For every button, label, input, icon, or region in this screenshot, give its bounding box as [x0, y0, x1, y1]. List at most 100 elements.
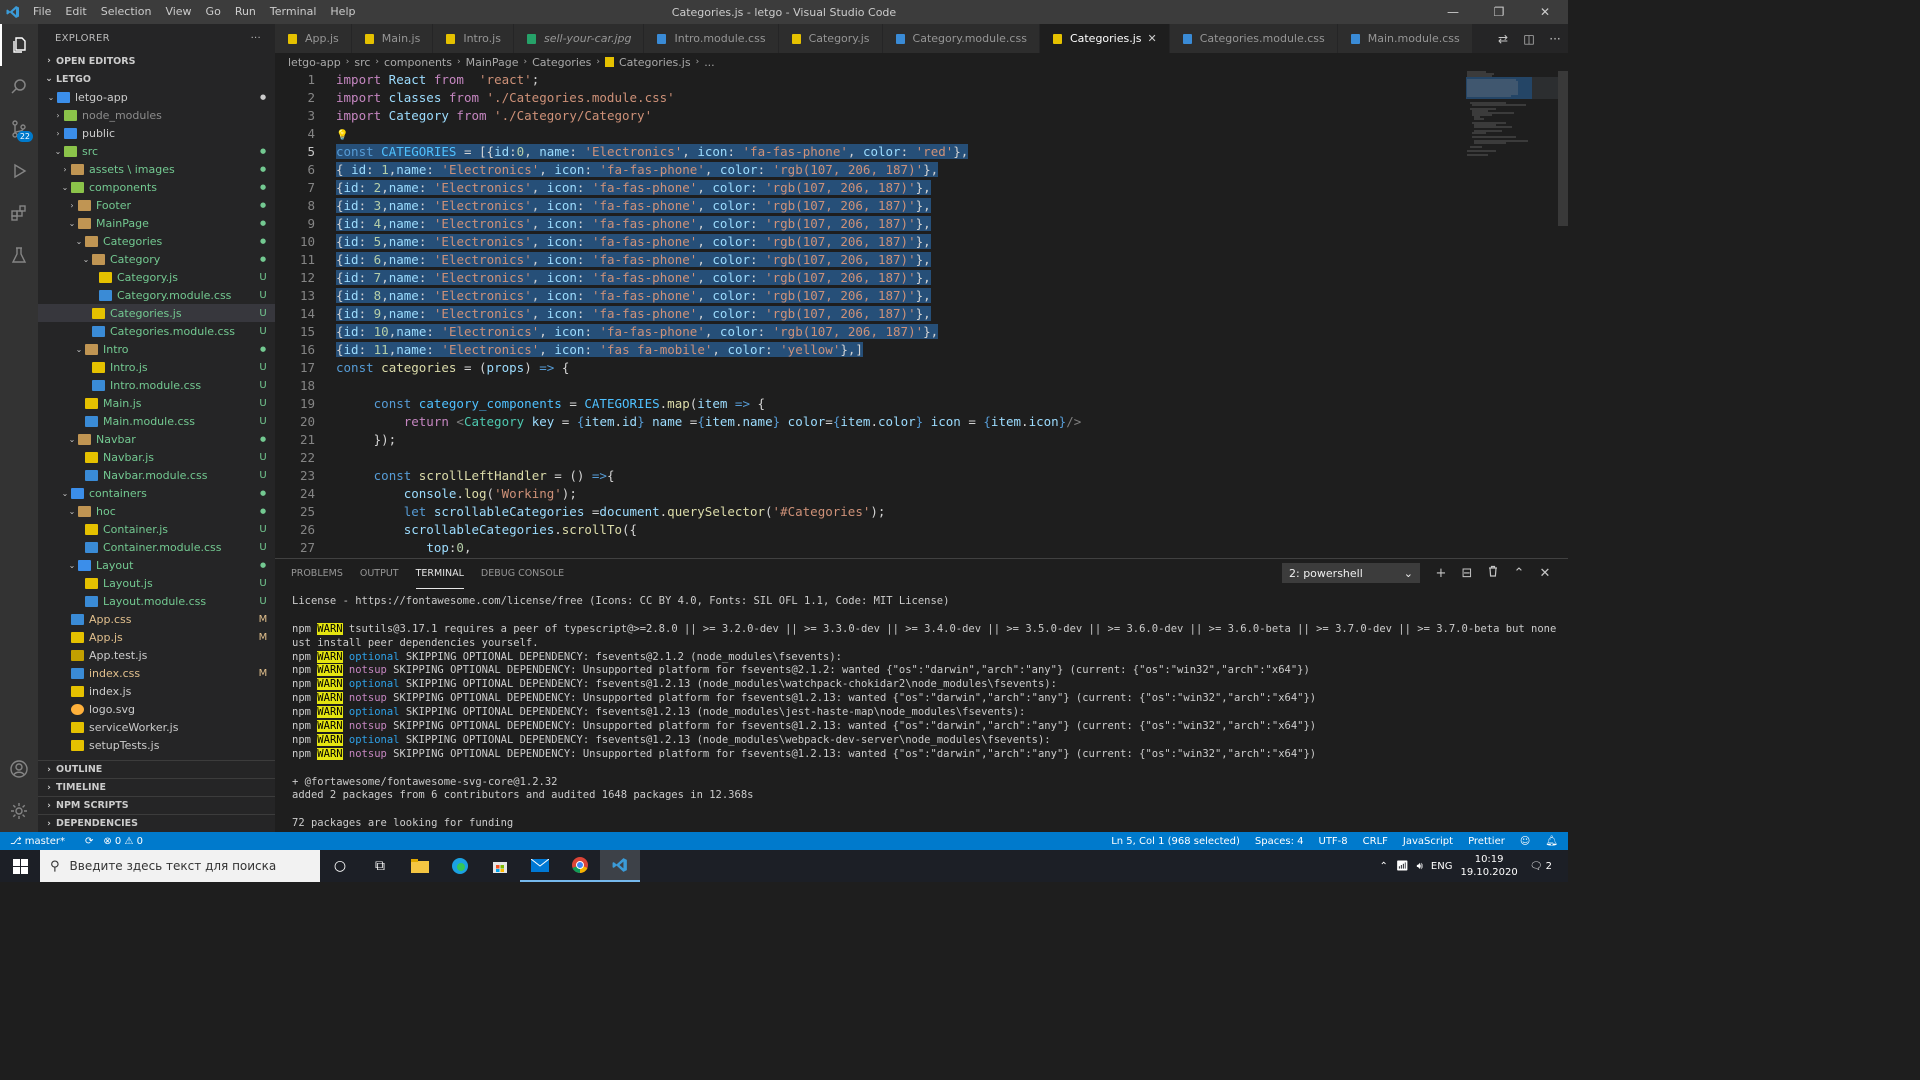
section-npm-scripts[interactable]: › NPM SCRIPTS [38, 796, 275, 814]
tree-file[interactable]: Category.js U [38, 268, 275, 286]
menu-edit[interactable]: Edit [58, 0, 93, 24]
editor-scrollbar[interactable] [1558, 71, 1568, 226]
formatter-status[interactable]: Prettier [1468, 836, 1505, 847]
panel-tab-output[interactable]: OUTPUT [360, 559, 399, 589]
panel-tab-terminal[interactable]: TERMINAL [415, 559, 464, 589]
cortana-icon[interactable]: ○ [320, 850, 360, 882]
breadcrumb-item[interactable]: letgo-app [288, 56, 341, 69]
breadcrumb-item[interactable]: src [354, 56, 370, 69]
section-dependencies[interactable]: › DEPENDENCIES [38, 814, 275, 832]
terminal-output[interactable]: License - https://fontawesome.com/licens… [292, 595, 1558, 831]
tree-folder[interactable]: ⌄ Intro ● [38, 340, 275, 358]
tree-folder[interactable]: › public [38, 124, 275, 142]
store-icon[interactable] [480, 850, 520, 882]
vscode-taskbar-icon[interactable] [600, 850, 640, 882]
tree-file[interactable]: Category.module.css U [38, 286, 275, 304]
tab-intro-js[interactable]: Intro.js [433, 24, 514, 53]
tree-file[interactable]: index.js [38, 682, 275, 700]
tree-folder[interactable]: ⌄ src ● [38, 142, 275, 160]
menu-go[interactable]: Go [199, 0, 228, 24]
tab-intro-module-css[interactable]: Intro.module.css [644, 24, 779, 53]
menu-view[interactable]: View [158, 0, 198, 24]
tree-folder[interactable]: ⌄ components ● [38, 178, 275, 196]
tree-file[interactable]: setupTests.js [38, 736, 275, 754]
panel-tab-debug-console[interactable]: DEBUG CONSOLE [481, 559, 564, 589]
problems-status[interactable]: ⊗ 0 ⚠ 0 [103, 836, 143, 847]
file-explorer-icon[interactable] [400, 850, 440, 882]
tree-folder[interactable]: › node_modules [38, 106, 275, 124]
tab-category-js[interactable]: Category.js [778, 24, 883, 53]
minimize-button[interactable]: — [1430, 0, 1476, 24]
tree-folder[interactable]: ⌄ MainPage ● [38, 214, 275, 232]
terminal-select[interactable]: 2: powershell ⌄ [1282, 563, 1420, 583]
tab-main-module-css[interactable]: Main.module.css [1337, 24, 1473, 53]
tree-folder[interactable]: › Footer ● [38, 196, 275, 214]
tree-file[interactable]: Main.module.css U [38, 412, 275, 430]
breadcrumb-item[interactable]: Categories [532, 56, 591, 69]
chevron-up-icon[interactable]: ⌃ [1380, 861, 1388, 872]
minimap[interactable] [1466, 71, 1558, 181]
network-icon[interactable]: 📶︎ [1396, 861, 1409, 872]
tree-folder[interactable]: ⌄ Categories ● [38, 232, 275, 250]
clock[interactable]: 10:19 19.10.2020 [1460, 853, 1517, 879]
close-window-button[interactable]: ✕ [1522, 0, 1568, 24]
tree-file[interactable]: Main.js U [38, 394, 275, 412]
tab-categories-js[interactable]: Categories.js ✕ [1039, 24, 1170, 53]
cursor-position-status[interactable]: Ln 5, Col 1 (968 selected) [1111, 836, 1240, 847]
edge-icon[interactable] [440, 850, 480, 882]
task-view-icon[interactable]: ⧉ [360, 850, 400, 882]
search-icon[interactable] [0, 66, 38, 108]
tree-file[interactable]: Intro.module.css U [38, 376, 275, 394]
tree-file[interactable]: Categories.module.css U [38, 322, 275, 340]
more-actions-icon[interactable]: ··· [251, 33, 261, 44]
menu-file[interactable]: File [26, 0, 58, 24]
encoding-status[interactable]: UTF-8 [1319, 836, 1348, 847]
windows-start-icon[interactable] [0, 850, 40, 882]
source-control-icon[interactable]: 22 [0, 108, 38, 150]
indentation-status[interactable]: Spaces: 4 [1255, 836, 1304, 847]
maximize-button[interactable]: ❐ [1476, 0, 1522, 24]
split-editor-icon[interactable]: ◫ [1516, 32, 1542, 46]
breadcrumb-item[interactable]: components [384, 56, 452, 69]
tree-folder[interactable]: ⌄ containers ● [38, 484, 275, 502]
close-panel-icon[interactable]: ✕ [1532, 566, 1558, 581]
settings-gear-icon[interactable] [0, 790, 38, 832]
tree-file[interactable]: Layout.module.css U [38, 592, 275, 610]
volume-icon[interactable]: 🔊︎ [1417, 861, 1423, 872]
menu-help[interactable]: Help [323, 0, 362, 24]
tree-file[interactable]: App.css M [38, 610, 275, 628]
notifications-bell-icon[interactable]: 🔔︎ [1545, 836, 1558, 847]
extensions-icon[interactable] [0, 192, 38, 234]
tree-file[interactable]: index.css M [38, 664, 275, 682]
tree-file[interactable]: Container.module.css U [38, 538, 275, 556]
code-editor[interactable]: 1 import React from 'react'; 2 import class… [275, 71, 1568, 558]
language-indicator[interactable]: ENG [1431, 861, 1453, 872]
kill-terminal-icon[interactable] [1480, 565, 1506, 581]
compare-icon[interactable]: ⇄ [1490, 32, 1516, 46]
breadcrumb-item[interactable]: Categories.js [619, 56, 691, 69]
language-mode-status[interactable]: JavaScript [1403, 836, 1453, 847]
git-branch-status[interactable]: ⎇ master* [10, 836, 75, 847]
tree-file[interactable]: serviceWorker.js [38, 718, 275, 736]
section-outline[interactable]: › OUTLINE [38, 760, 275, 778]
menu-terminal[interactable]: Terminal [263, 0, 324, 24]
sync-icon[interactable]: ⟳ [85, 836, 93, 847]
tab-categories-module-css[interactable]: Categories.module.css [1169, 24, 1338, 53]
tree-folder[interactable]: ⌄ Navbar ● [38, 430, 275, 448]
tree-folder[interactable]: › assets \ images ● [38, 160, 275, 178]
tree-file[interactable]: Container.js U [38, 520, 275, 538]
section-timeline[interactable]: › TIMELINE [38, 778, 275, 796]
tree-file[interactable]: Layout.js U [38, 574, 275, 592]
tree-file[interactable]: Categories.js U [38, 304, 275, 322]
more-actions-icon[interactable]: ··· [1542, 32, 1568, 46]
tree-folder[interactable]: ⌄ letgo-app ● [38, 88, 275, 106]
tree-file[interactable]: Navbar.js U [38, 448, 275, 466]
feedback-icon[interactable]: ☺ [1520, 836, 1530, 847]
tree-file[interactable]: App.js M [38, 628, 275, 646]
menu-run[interactable]: Run [228, 0, 263, 24]
tree-file[interactable]: logo.svg [38, 700, 275, 718]
tree-folder[interactable]: ⌄ Layout ● [38, 556, 275, 574]
workspace-section[interactable]: ⌄ LETGO [38, 70, 275, 88]
taskbar-search-input[interactable]: ⚲ Введите здесь текст для поиска [40, 850, 320, 882]
chrome-icon[interactable] [560, 850, 600, 882]
